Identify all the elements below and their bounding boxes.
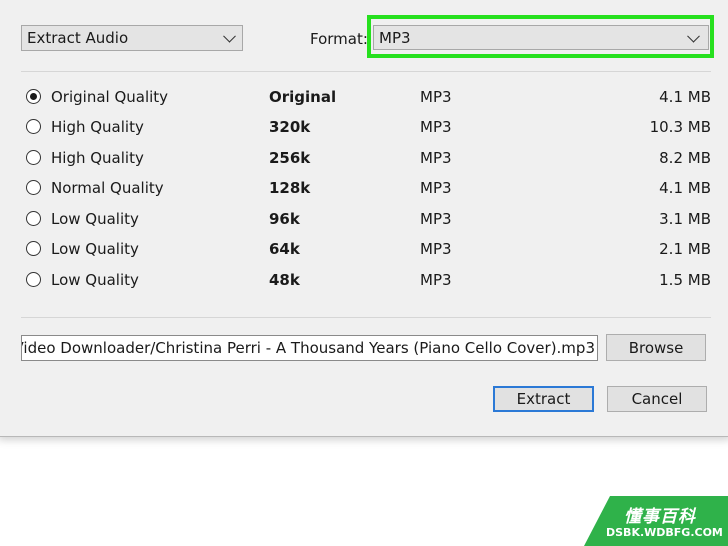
quality-name: Normal Quality xyxy=(51,179,164,197)
quality-format: MP3 xyxy=(420,210,452,228)
quality-bitrate: 96k xyxy=(269,210,300,228)
quality-size: 4.1 MB xyxy=(659,88,711,106)
quality-name: Low Quality xyxy=(51,240,139,258)
quality-option-row[interactable]: Low Quality 64k MP3 2.1 MB xyxy=(24,240,714,262)
quality-size: 3.1 MB xyxy=(659,210,711,228)
quality-name: High Quality xyxy=(51,149,144,167)
quality-name: Original Quality xyxy=(51,88,169,106)
radio-unchecked-icon[interactable] xyxy=(26,150,41,165)
bottom-divider xyxy=(21,317,711,318)
quality-size: 2.1 MB xyxy=(659,240,711,258)
radio-unchecked-icon[interactable] xyxy=(26,211,41,226)
output-path-field[interactable]: eos/4K Video Downloader/Christina Perri … xyxy=(21,335,598,361)
mode-select-value: Extract Audio xyxy=(27,29,129,47)
quality-size: 4.1 MB xyxy=(659,179,711,197)
quality-bitrate: 64k xyxy=(269,240,300,258)
watermark-url: DSBK.WDBFG.COM xyxy=(606,526,723,539)
quality-option-row[interactable]: Low Quality 48k MP3 1.5 MB xyxy=(24,271,714,293)
quality-bitrate: 256k xyxy=(269,149,311,167)
quality-option-row[interactable]: High Quality 320k MP3 10.3 MB xyxy=(24,118,714,140)
quality-format: MP3 xyxy=(420,271,452,289)
radio-checked-icon[interactable] xyxy=(26,89,41,104)
quality-bitrate: 320k xyxy=(269,118,311,136)
quality-size: 1.5 MB xyxy=(659,271,711,289)
browse-button[interactable]: Browse xyxy=(606,334,706,361)
watermark-logo: 懂事百科 DSBK.WDBFG.COM xyxy=(584,496,728,546)
quality-name: Low Quality xyxy=(51,210,139,228)
format-label: Format: xyxy=(310,30,368,48)
quality-name: Low Quality xyxy=(51,271,139,289)
extract-button[interactable]: Extract xyxy=(493,386,594,412)
quality-format: MP3 xyxy=(420,240,452,258)
quality-option-row[interactable]: Original Quality Original MP3 4.1 MB xyxy=(24,88,714,110)
quality-size: 8.2 MB xyxy=(659,149,711,167)
quality-name: High Quality xyxy=(51,118,144,136)
top-divider xyxy=(21,71,711,72)
quality-option-row[interactable]: Normal Quality 128k MP3 4.1 MB xyxy=(24,179,714,201)
quality-format: MP3 xyxy=(420,88,452,106)
quality-size: 10.3 MB xyxy=(649,118,711,136)
chevron-down-icon xyxy=(223,29,236,43)
watermark-title: 懂事百科 xyxy=(624,507,696,527)
format-select[interactable]: MP3 xyxy=(373,25,709,50)
output-path-value: eos/4K Video Downloader/Christina Perri … xyxy=(21,339,595,357)
quality-option-row[interactable]: High Quality 256k MP3 8.2 MB xyxy=(24,149,714,171)
radio-unchecked-icon[interactable] xyxy=(26,241,41,256)
quality-format: MP3 xyxy=(420,118,452,136)
quality-format: MP3 xyxy=(420,149,452,167)
quality-option-row[interactable]: Low Quality 96k MP3 3.1 MB xyxy=(24,210,714,232)
radio-unchecked-icon[interactable] xyxy=(26,119,41,134)
quality-bitrate: 48k xyxy=(269,271,300,289)
format-select-value: MP3 xyxy=(379,28,411,47)
extract-audio-dialog: Extract Audio Format: MP3 Original Quali… xyxy=(0,0,728,437)
radio-unchecked-icon[interactable] xyxy=(26,272,41,287)
quality-bitrate: 128k xyxy=(269,179,311,197)
cancel-button[interactable]: Cancel xyxy=(607,386,707,412)
radio-unchecked-icon[interactable] xyxy=(26,180,41,195)
mode-select[interactable]: Extract Audio xyxy=(21,25,243,51)
quality-format: MP3 xyxy=(420,179,452,197)
quality-bitrate: Original xyxy=(269,88,337,106)
chevron-down-icon xyxy=(687,29,700,43)
